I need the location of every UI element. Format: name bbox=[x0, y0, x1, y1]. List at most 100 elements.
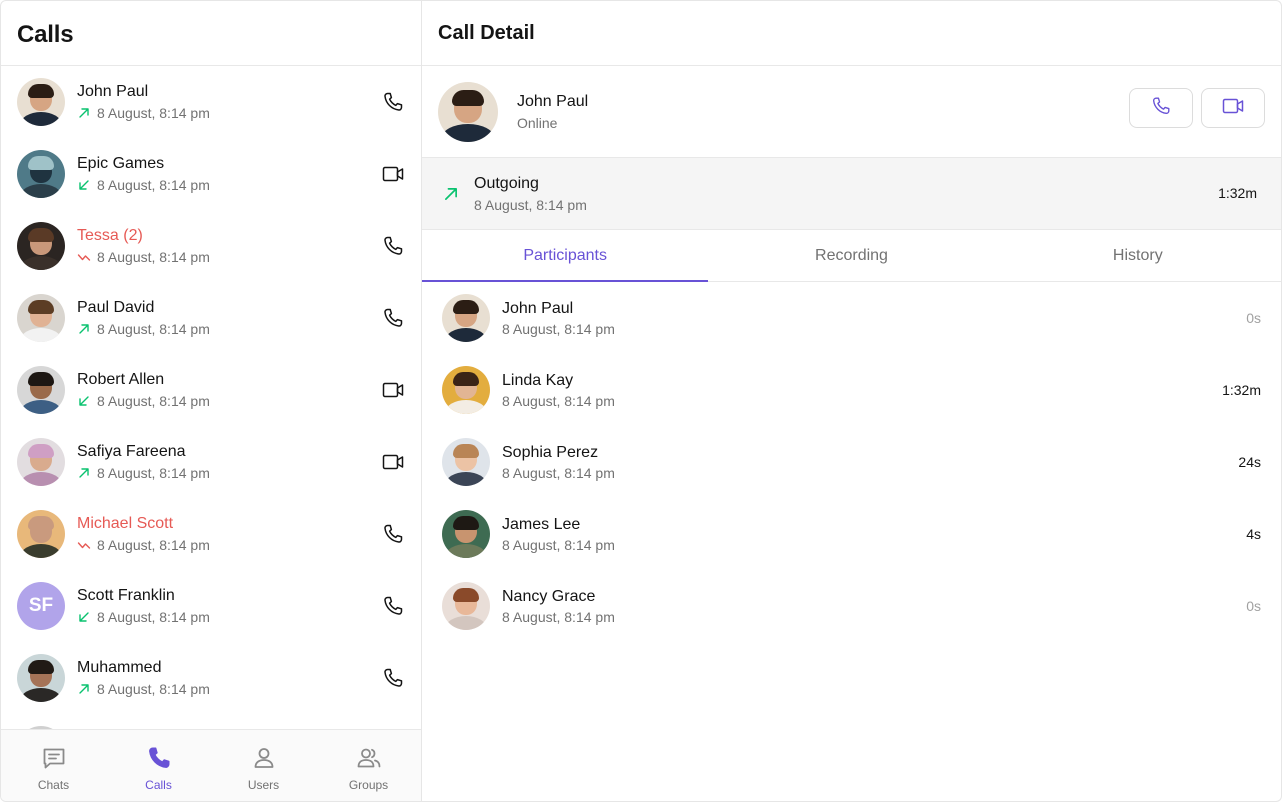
participant-duration: 0s bbox=[1246, 310, 1261, 326]
nav-item-calls[interactable]: Calls bbox=[106, 730, 211, 801]
participant-date: 8 August, 8:14 pm bbox=[502, 393, 615, 409]
call-item-scott-franklin[interactable]: SF Scott Franklin 8 August, 8:14 pm bbox=[1, 570, 421, 642]
participant-item[interactable]: James Lee 8 August, 8:14 pm 4s bbox=[422, 498, 1281, 570]
calls-pane: Calls John Paul 8 August, 8:14 pm Epic G… bbox=[1, 1, 422, 801]
participant-duration: 1:32m bbox=[1222, 382, 1261, 398]
call-date: 8 August, 8:14 pm bbox=[97, 393, 210, 409]
caller-name: John Paul bbox=[517, 92, 589, 110]
missed-call-icon bbox=[77, 538, 91, 552]
tab-recording[interactable]: Recording bbox=[708, 230, 994, 281]
call-date: 8 August, 8:14 pm bbox=[97, 465, 210, 481]
phone-icon bbox=[145, 744, 173, 772]
call-summary: Outgoing 8 August, 8:14 pm 1:32m bbox=[422, 158, 1281, 230]
phone-icon[interactable] bbox=[381, 306, 405, 330]
call-date: 8 August, 8:14 pm bbox=[474, 196, 587, 213]
call-date: 8 August, 8:14 pm bbox=[97, 681, 210, 697]
outgoing-arrow-icon bbox=[77, 106, 91, 120]
avatar bbox=[442, 366, 490, 414]
avatar-initials: SF bbox=[17, 582, 65, 630]
participant-duration: 0s bbox=[1246, 598, 1261, 614]
call-item-muhammed[interactable]: Muhammed 8 August, 8:14 pm bbox=[1, 642, 421, 714]
nav-item-groups[interactable]: Groups bbox=[316, 730, 421, 801]
calls-app: Calls John Paul 8 August, 8:14 pm Epic G… bbox=[0, 0, 1282, 802]
call-item-robert-allen[interactable]: Robert Allen 8 August, 8:14 pm bbox=[1, 354, 421, 426]
participant-name: Linda Kay bbox=[502, 372, 574, 389]
call-date: 8 August, 8:14 pm bbox=[97, 609, 210, 625]
participant-item[interactable]: John Paul 8 August, 8:14 pm 0s bbox=[422, 282, 1281, 354]
phone-icon[interactable] bbox=[381, 594, 405, 618]
outgoing-arrow-icon bbox=[77, 322, 91, 336]
phone-icon bbox=[1150, 95, 1172, 122]
participant-date: 8 August, 8:14 pm bbox=[502, 465, 615, 481]
call-date: 8 August, 8:14 pm bbox=[97, 321, 210, 337]
nav-label: Users bbox=[247, 778, 280, 792]
video-icon[interactable] bbox=[381, 378, 405, 402]
avatar bbox=[442, 510, 490, 558]
avatar bbox=[17, 438, 65, 486]
participant-date: 8 August, 8:14 pm bbox=[502, 321, 615, 337]
group-icon bbox=[355, 744, 383, 772]
participant-item[interactable]: Sophia Perez 8 August, 8:14 pm 24s bbox=[422, 426, 1281, 498]
video-call-button[interactable] bbox=[1201, 88, 1265, 128]
participant-name: James Lee bbox=[502, 516, 581, 533]
incoming-arrow-icon bbox=[77, 178, 91, 192]
nav-label: Chats bbox=[37, 778, 70, 792]
outgoing-arrow-icon bbox=[442, 185, 460, 203]
caller-profile: John Paul Online bbox=[422, 66, 1281, 158]
participant-duration: 24s bbox=[1238, 454, 1261, 470]
tab-participants[interactable]: Participants bbox=[422, 230, 709, 282]
call-item-safiya-fareena[interactable]: Safiya Fareena 8 August, 8:14 pm bbox=[1, 426, 421, 498]
call-name: Epic Games bbox=[77, 155, 165, 172]
calls-title: Calls bbox=[17, 21, 74, 48]
participant-date: 8 August, 8:14 pm bbox=[502, 537, 615, 553]
call-detail-header: Call Detail bbox=[422, 1, 1281, 66]
chat-icon bbox=[40, 744, 68, 772]
participant-date: 8 August, 8:14 pm bbox=[502, 609, 615, 625]
call-detail-title: Call Detail bbox=[438, 22, 535, 44]
missed-call-icon bbox=[77, 250, 91, 264]
participant-list: John Paul 8 August, 8:14 pm 0s Linda Kay… bbox=[422, 282, 1281, 642]
outgoing-arrow-icon bbox=[77, 682, 91, 696]
video-icon[interactable] bbox=[381, 162, 405, 186]
outgoing-arrow-icon bbox=[77, 466, 91, 480]
bottom-nav: Chats Calls Users Groups bbox=[1, 729, 421, 801]
call-item-paul-david[interactable]: Paul David 8 August, 8:14 pm bbox=[1, 282, 421, 354]
avatar bbox=[17, 150, 65, 198]
call-name: Robert Allen bbox=[77, 371, 165, 388]
participant-name: John Paul bbox=[502, 300, 574, 317]
video-icon[interactable] bbox=[381, 450, 405, 474]
video-icon bbox=[1221, 94, 1245, 123]
call-item-epic-games[interactable]: Epic Games 8 August, 8:14 pm bbox=[1, 138, 421, 210]
avatar bbox=[17, 510, 65, 558]
participant-item[interactable]: Linda Kay 8 August, 8:14 pm 1:32m bbox=[422, 354, 1281, 426]
phone-icon[interactable] bbox=[381, 234, 405, 258]
call-item-michael-scott[interactable]: Michael Scott 8 August, 8:14 pm bbox=[1, 498, 421, 570]
call-name: John Paul bbox=[77, 83, 149, 100]
call-detail-pane: Call Detail John Paul Online Outgoing 8 … bbox=[422, 1, 1281, 801]
call-list[interactable]: John Paul 8 August, 8:14 pm Epic Games 8… bbox=[1, 66, 421, 729]
phone-icon[interactable] bbox=[381, 522, 405, 546]
avatar bbox=[438, 81, 498, 142]
detail-tabs: Participants Recording History bbox=[422, 230, 1281, 282]
nav-item-users[interactable]: Users bbox=[211, 730, 316, 801]
phone-icon[interactable] bbox=[381, 90, 405, 114]
call-item-tessa[interactable]: Tessa (2) 8 August, 8:14 pm bbox=[1, 210, 421, 282]
call-name: Scott Franklin bbox=[77, 587, 175, 604]
call-duration: 1:32m bbox=[1218, 185, 1257, 201]
avatar bbox=[17, 294, 65, 342]
avatar bbox=[17, 366, 65, 414]
participant-item[interactable]: Nancy Grace 8 August, 8:14 pm 0s bbox=[422, 570, 1281, 642]
call-date: 8 August, 8:14 pm bbox=[97, 177, 210, 193]
call-name: Safiya Fareena bbox=[77, 443, 186, 460]
nav-label: Groups bbox=[348, 778, 389, 792]
phone-icon[interactable] bbox=[381, 666, 405, 690]
call-item-partial[interactable] bbox=[1, 714, 421, 729]
participant-name: Sophia Perez bbox=[502, 444, 599, 461]
nav-item-chats[interactable]: Chats bbox=[1, 730, 106, 801]
tab-history[interactable]: History bbox=[995, 230, 1281, 281]
call-name: Tessa (2) bbox=[77, 227, 143, 244]
call-direction: Outgoing bbox=[474, 174, 539, 192]
caller-status: Online bbox=[517, 114, 558, 131]
voice-call-button[interactable] bbox=[1129, 88, 1193, 128]
call-item-john-paul[interactable]: John Paul 8 August, 8:14 pm bbox=[1, 66, 421, 138]
